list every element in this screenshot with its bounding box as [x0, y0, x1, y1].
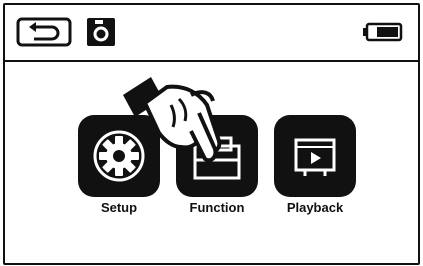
playback-label: Playback	[286, 200, 344, 215]
playback-icon	[294, 138, 336, 176]
setup-label: Setup	[100, 200, 138, 215]
camera-icon	[87, 18, 115, 46]
battery-indicator	[363, 22, 403, 42]
function-label: Function	[189, 200, 245, 215]
status-bar	[5, 5, 418, 62]
camera-mode-button[interactable]	[86, 17, 116, 47]
back-arrow-icon	[16, 17, 72, 47]
pointing-hand-icon	[123, 77, 222, 163]
back-button[interactable]	[16, 17, 72, 47]
device-screen: Setup Function Playback	[3, 3, 420, 265]
playback-app-button[interactable]	[274, 115, 356, 197]
battery-icon	[363, 22, 403, 42]
